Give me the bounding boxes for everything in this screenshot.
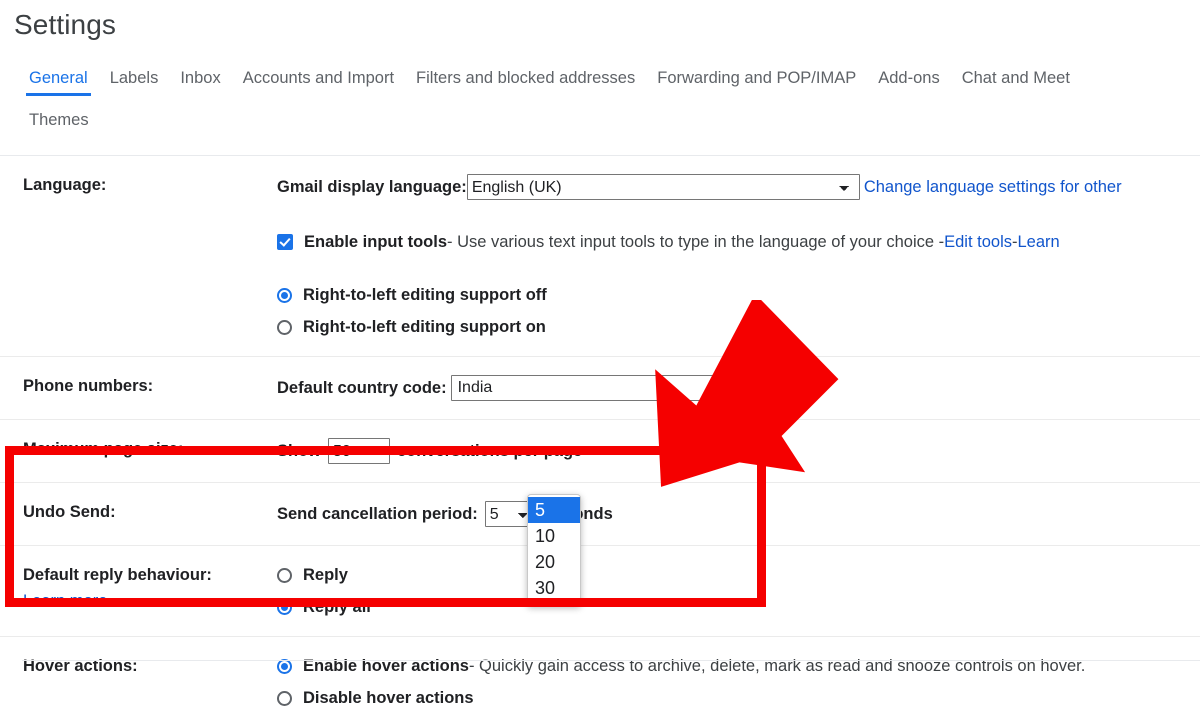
- default-reply-behaviour-row-body: Reply Reply all: [277, 546, 1200, 636]
- tab-row-secondary: Themes: [0, 104, 1200, 138]
- default-reply-behaviour-label: Default reply behaviour:: [23, 566, 212, 584]
- enable-hover-actions-label: Enable hover actions: [303, 657, 469, 675]
- settings-row-phone-numbers: Phone numbers: Default country code:: [0, 356, 1200, 419]
- send-cancellation-line: Send cancellation period: 5102030 second…: [277, 501, 1200, 527]
- show-label: Show: [277, 442, 321, 460]
- phone-numbers-row-body: Default country code:: [277, 357, 1200, 419]
- radio-selected-icon[interactable]: [277, 599, 292, 615]
- bottom-divider: [22, 660, 1200, 661]
- language-row-body: Gmail display language: English (UK) Cha…: [277, 156, 1200, 356]
- undo-send-row-label: Undo Send:: [23, 503, 116, 521]
- enable-input-tools-label: Enable input tools: [304, 233, 447, 251]
- settings-row-maximum-page-size: Maximum page size: Show 1015202550100 co…: [0, 419, 1200, 482]
- phone-numbers-row-label: Phone numbers:: [23, 377, 154, 395]
- page-size-select[interactable]: 1015202550100: [328, 438, 390, 464]
- page-size-line: Show 1015202550100 conversations per pag…: [277, 438, 1200, 464]
- settings-tab-bar: General Labels Inbox Accounts and Import…: [0, 62, 1200, 138]
- hover-actions-row-body: Enable hover actions - Quickly gain acce…: [277, 637, 1200, 727]
- default-country-code-input[interactable]: [450, 375, 756, 401]
- default-reply-behaviour-row-label: Default reply behaviour: Learn more: [0, 546, 277, 636]
- reply-option-line[interactable]: Reply: [277, 564, 1200, 586]
- conversations-per-page-label: conversations per page: [397, 442, 583, 460]
- maximum-page-size-row-label: Maximum page size:: [23, 440, 184, 458]
- radio-unselected-icon[interactable]: [277, 690, 292, 706]
- settings-row-hover-actions: Hover actions: Enable hover actions - Qu…: [0, 636, 1200, 727]
- default-country-code-label: Default country code:: [277, 379, 447, 397]
- tab-accounts-and-import[interactable]: Accounts and Import: [232, 62, 405, 96]
- tab-chat-and-meet[interactable]: Chat and Meet: [951, 62, 1081, 96]
- display-language-line: Gmail display language: English (UK) Cha…: [277, 174, 1200, 200]
- tab-forwarding-and-pop-imap[interactable]: Forwarding and POP/IMAP: [646, 62, 867, 96]
- enable-hover-actions-description: - Quickly gain access to archive, delete…: [468, 657, 1086, 675]
- undo-send-row-body: Send cancellation period: 5102030 second…: [277, 483, 1200, 545]
- dropdown-option-5[interactable]: 5: [528, 497, 580, 523]
- settings-row-default-reply-behaviour: Default reply behaviour: Learn more Repl…: [0, 545, 1200, 636]
- reply-all-option-label: Reply all: [303, 598, 371, 616]
- settings-list: Language: Gmail display language: Englis…: [0, 156, 1200, 727]
- rtl-off-label: Right-to-left editing support off: [303, 286, 547, 304]
- tab-inbox[interactable]: Inbox: [169, 62, 231, 96]
- default-country-code-line: Default country code:: [277, 375, 1200, 401]
- learn-more-input-tools-link[interactable]: Learn: [1018, 231, 1060, 253]
- rtl-off-line[interactable]: Right-to-left editing support off: [277, 284, 1200, 306]
- language-row-label: Language:: [23, 176, 107, 194]
- settings-row-language: Language: Gmail display language: Englis…: [0, 156, 1200, 356]
- radio-unselected-icon[interactable]: [277, 567, 292, 583]
- send-cancellation-period-label: Send cancellation period:: [277, 505, 478, 523]
- enable-hover-actions-line[interactable]: Enable hover actions - Quickly gain acce…: [277, 655, 1200, 677]
- enable-input-tools-description: - Use various text input tools to type i…: [447, 233, 945, 251]
- tab-general[interactable]: General: [18, 62, 99, 96]
- dropdown-option-20[interactable]: 20: [528, 549, 580, 575]
- reply-learn-more-link[interactable]: Learn more: [23, 590, 277, 612]
- radio-selected-icon[interactable]: [277, 287, 292, 303]
- send-cancellation-period-dropdown-list[interactable]: 5 10 20 30: [527, 494, 581, 606]
- maximum-page-size-row-body: Show 1015202550100 conversations per pag…: [277, 420, 1200, 482]
- radio-unselected-icon[interactable]: [277, 319, 292, 335]
- disable-hover-actions-line[interactable]: Disable hover actions: [277, 687, 1200, 709]
- page-title: Settings: [14, 9, 116, 40]
- rtl-on-line[interactable]: Right-to-left editing support on: [277, 316, 1200, 338]
- change-language-settings-link[interactable]: Change language settings for other: [864, 176, 1122, 198]
- tab-themes[interactable]: Themes: [18, 104, 100, 138]
- reply-all-option-line[interactable]: Reply all: [277, 596, 1200, 618]
- tab-filters-and-blocked-addresses[interactable]: Filters and blocked addresses: [405, 62, 646, 96]
- tab-labels[interactable]: Labels: [99, 62, 170, 96]
- display-language-label: Gmail display language:: [277, 178, 467, 196]
- reply-option-label: Reply: [303, 566, 348, 584]
- disable-hover-actions-label: Disable hover actions: [303, 689, 474, 707]
- rtl-on-label: Right-to-left editing support on: [303, 318, 546, 336]
- checkbox-checked-icon[interactable]: [277, 234, 293, 250]
- tab-row-primary: General Labels Inbox Accounts and Import…: [0, 62, 1200, 96]
- edit-tools-link[interactable]: Edit tools: [944, 231, 1012, 253]
- display-language-select[interactable]: English (UK): [466, 174, 860, 200]
- hover-actions-row-label: Hover actions:: [23, 657, 138, 675]
- dropdown-option-10[interactable]: 10: [528, 523, 580, 549]
- enable-input-tools-line: Enable input tools - Use various text in…: [277, 231, 1200, 253]
- tab-add-ons[interactable]: Add-ons: [867, 62, 950, 96]
- settings-row-undo-send: Undo Send: Send cancellation period: 510…: [0, 482, 1200, 545]
- dropdown-option-30[interactable]: 30: [528, 575, 580, 601]
